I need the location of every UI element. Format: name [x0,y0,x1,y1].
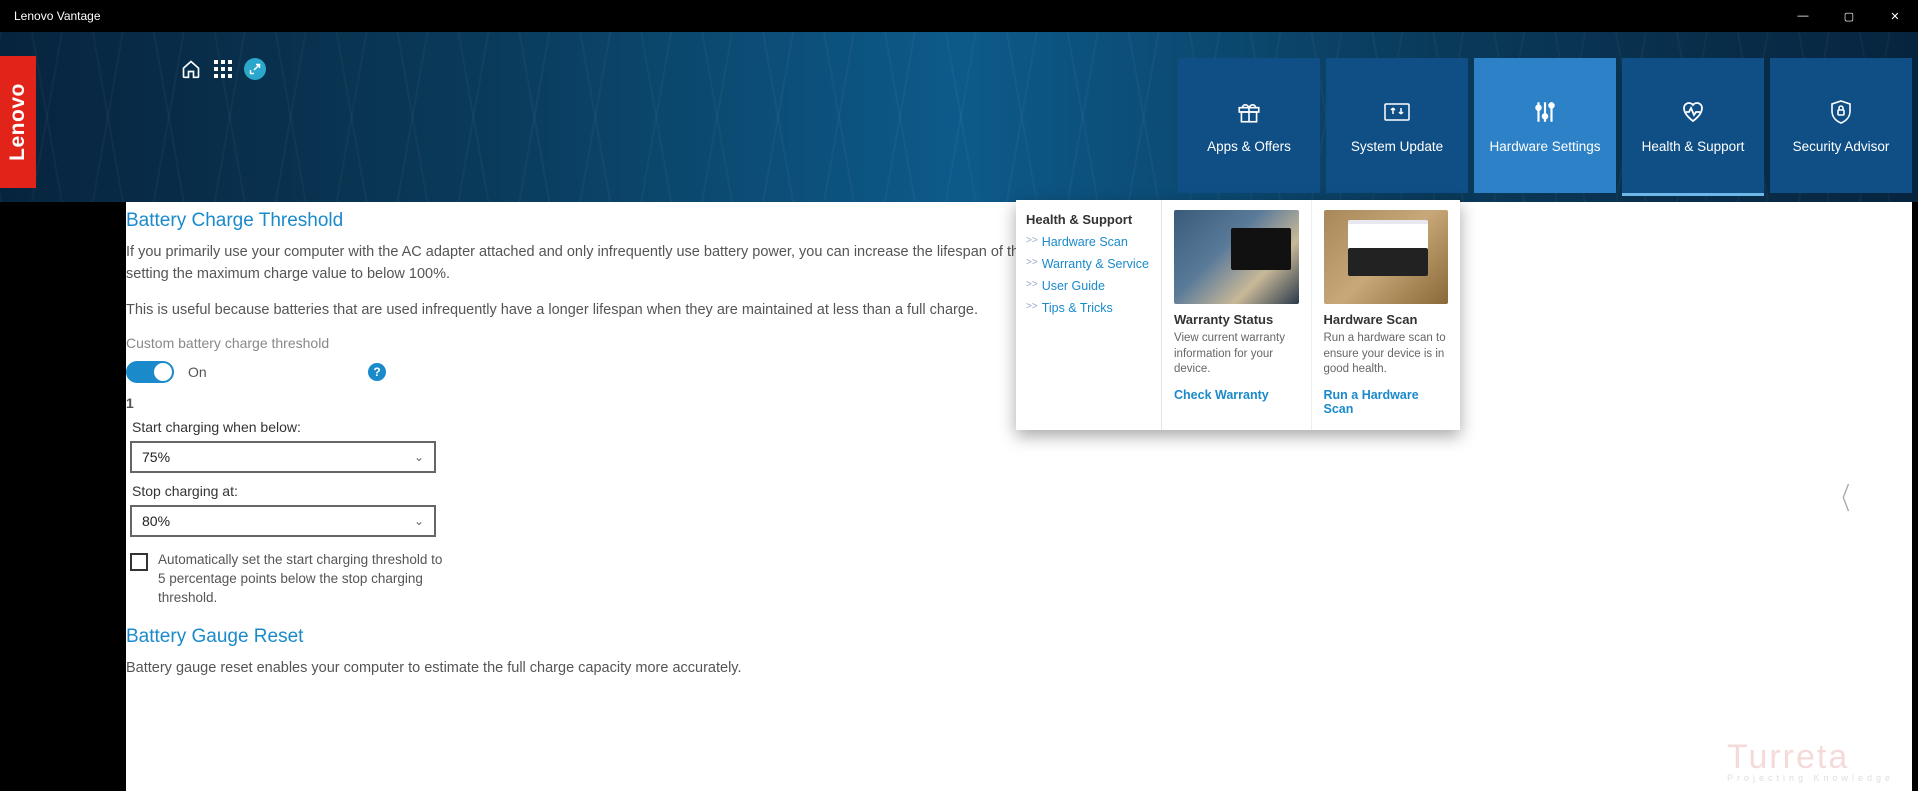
stop-charging-select[interactable]: 80% ⌄ [130,505,436,537]
update-icon [1383,97,1411,127]
nav-label: Security Advisor [1787,139,1896,154]
chevron-right-icon: >> [1026,301,1038,315]
dropdown-link-list: Health & Support >>Hardware Scan >>Warra… [1016,200,1162,430]
card-desc: View current warranty information for yo… [1174,331,1299,378]
card-desc: Run a hardware scan to ensure your devic… [1324,331,1449,378]
close-button[interactable]: ✕ [1872,0,1918,32]
main-nav: Apps & Offers System Update Hardware Set… [1178,58,1912,193]
titlebar: Lenovo Vantage — ▢ ✕ [0,0,1918,32]
nav-label: Apps & Offers [1201,139,1297,154]
home-icon[interactable] [180,58,202,80]
chevron-right-icon: >> [1026,235,1038,249]
scroll-left-chevron-icon[interactable]: 〈 [1832,474,1850,518]
threshold-desc-1: If you primarily use your computer with … [126,242,1126,286]
section-title-threshold: Battery Charge Threshold [126,210,1126,232]
app-title: Lenovo Vantage [14,9,1780,23]
dropdown-link-warranty-service[interactable]: >>Warranty & Service [1026,257,1151,271]
health-support-dropdown: Health & Support >>Hardware Scan >>Warra… [1016,200,1460,430]
minimize-button[interactable]: — [1780,0,1826,32]
chevron-right-icon: >> [1026,257,1038,271]
auto-threshold-text: Automatically set the start charging thr… [158,551,450,608]
hero-banner: Lenovo Apps & Offers System Update [0,32,1918,202]
lenovo-brand-tag: Lenovo [0,56,36,188]
chevron-down-icon: ⌄ [414,514,424,528]
auto-threshold-row: Automatically set the start charging thr… [130,551,450,608]
stop-charging-value: 80% [142,513,170,529]
heart-pulse-icon [1679,97,1707,127]
auto-threshold-checkbox[interactable] [130,553,148,571]
card-warranty-status: Warranty Status View current warranty in… [1162,200,1311,430]
card-title: Warranty Status [1174,312,1299,327]
dropdown-title: Health & Support [1026,212,1151,227]
toggle-row: On ? [126,361,386,383]
stop-charging-label: Stop charging at: [132,483,1126,499]
dropdown-cards: Warranty Status View current warranty in… [1162,200,1460,430]
sliders-icon [1532,97,1558,127]
nav-label: Health & Support [1636,139,1751,154]
dropdown-link-user-guide[interactable]: >>User Guide [1026,279,1151,293]
maximize-button[interactable]: ▢ [1826,0,1872,32]
nav-tile-hardware-settings[interactable]: Hardware Settings [1474,58,1616,193]
dropdown-link-hardware-scan[interactable]: >>Hardware Scan [1026,235,1151,249]
card-hardware-scan: Hardware Scan Run a hardware scan to ens… [1311,200,1461,430]
gauge-desc: Battery gauge reset enables your compute… [126,658,1126,680]
custom-threshold-toggle[interactable] [126,361,174,383]
warranty-image [1174,210,1299,304]
start-charging-select[interactable]: 75% ⌄ [130,441,436,473]
battery-number: 1 [126,395,1126,411]
help-icon[interactable]: ? [368,363,386,381]
nav-tile-security-advisor[interactable]: Security Advisor [1770,58,1912,193]
toggle-state-label: On [188,364,207,380]
threshold-desc-2: This is useful because batteries that ar… [126,300,1126,322]
shield-icon [1829,97,1853,127]
start-charging-label: Start charging when below: [132,419,1126,435]
apps-grid-icon[interactable] [212,58,234,80]
nav-label: System Update [1345,139,1449,154]
chevron-right-icon: >> [1026,279,1038,293]
dropdown-link-tips-tricks[interactable]: >>Tips & Tricks [1026,301,1151,315]
lenovo-brand-text: Lenovo [6,83,30,161]
account-icon[interactable] [244,58,266,80]
nav-label: Hardware Settings [1483,139,1606,154]
header-icon-row [180,58,266,80]
run-hardware-scan-link[interactable]: Run a Hardware Scan [1324,388,1449,416]
custom-threshold-label: Custom battery charge threshold [126,335,1126,351]
nav-tile-health-support[interactable]: Health & Support [1622,58,1764,193]
hardware-scan-image [1324,210,1449,304]
chevron-down-icon: ⌄ [414,450,424,464]
section-title-gauge: Battery Gauge Reset [126,626,1126,648]
check-warranty-link[interactable]: Check Warranty [1174,388,1299,402]
nav-tile-system-update[interactable]: System Update [1326,58,1468,193]
card-title: Hardware Scan [1324,312,1449,327]
start-charging-value: 75% [142,449,170,465]
nav-tile-apps-offers[interactable]: Apps & Offers [1178,58,1320,193]
gift-icon [1236,97,1262,127]
